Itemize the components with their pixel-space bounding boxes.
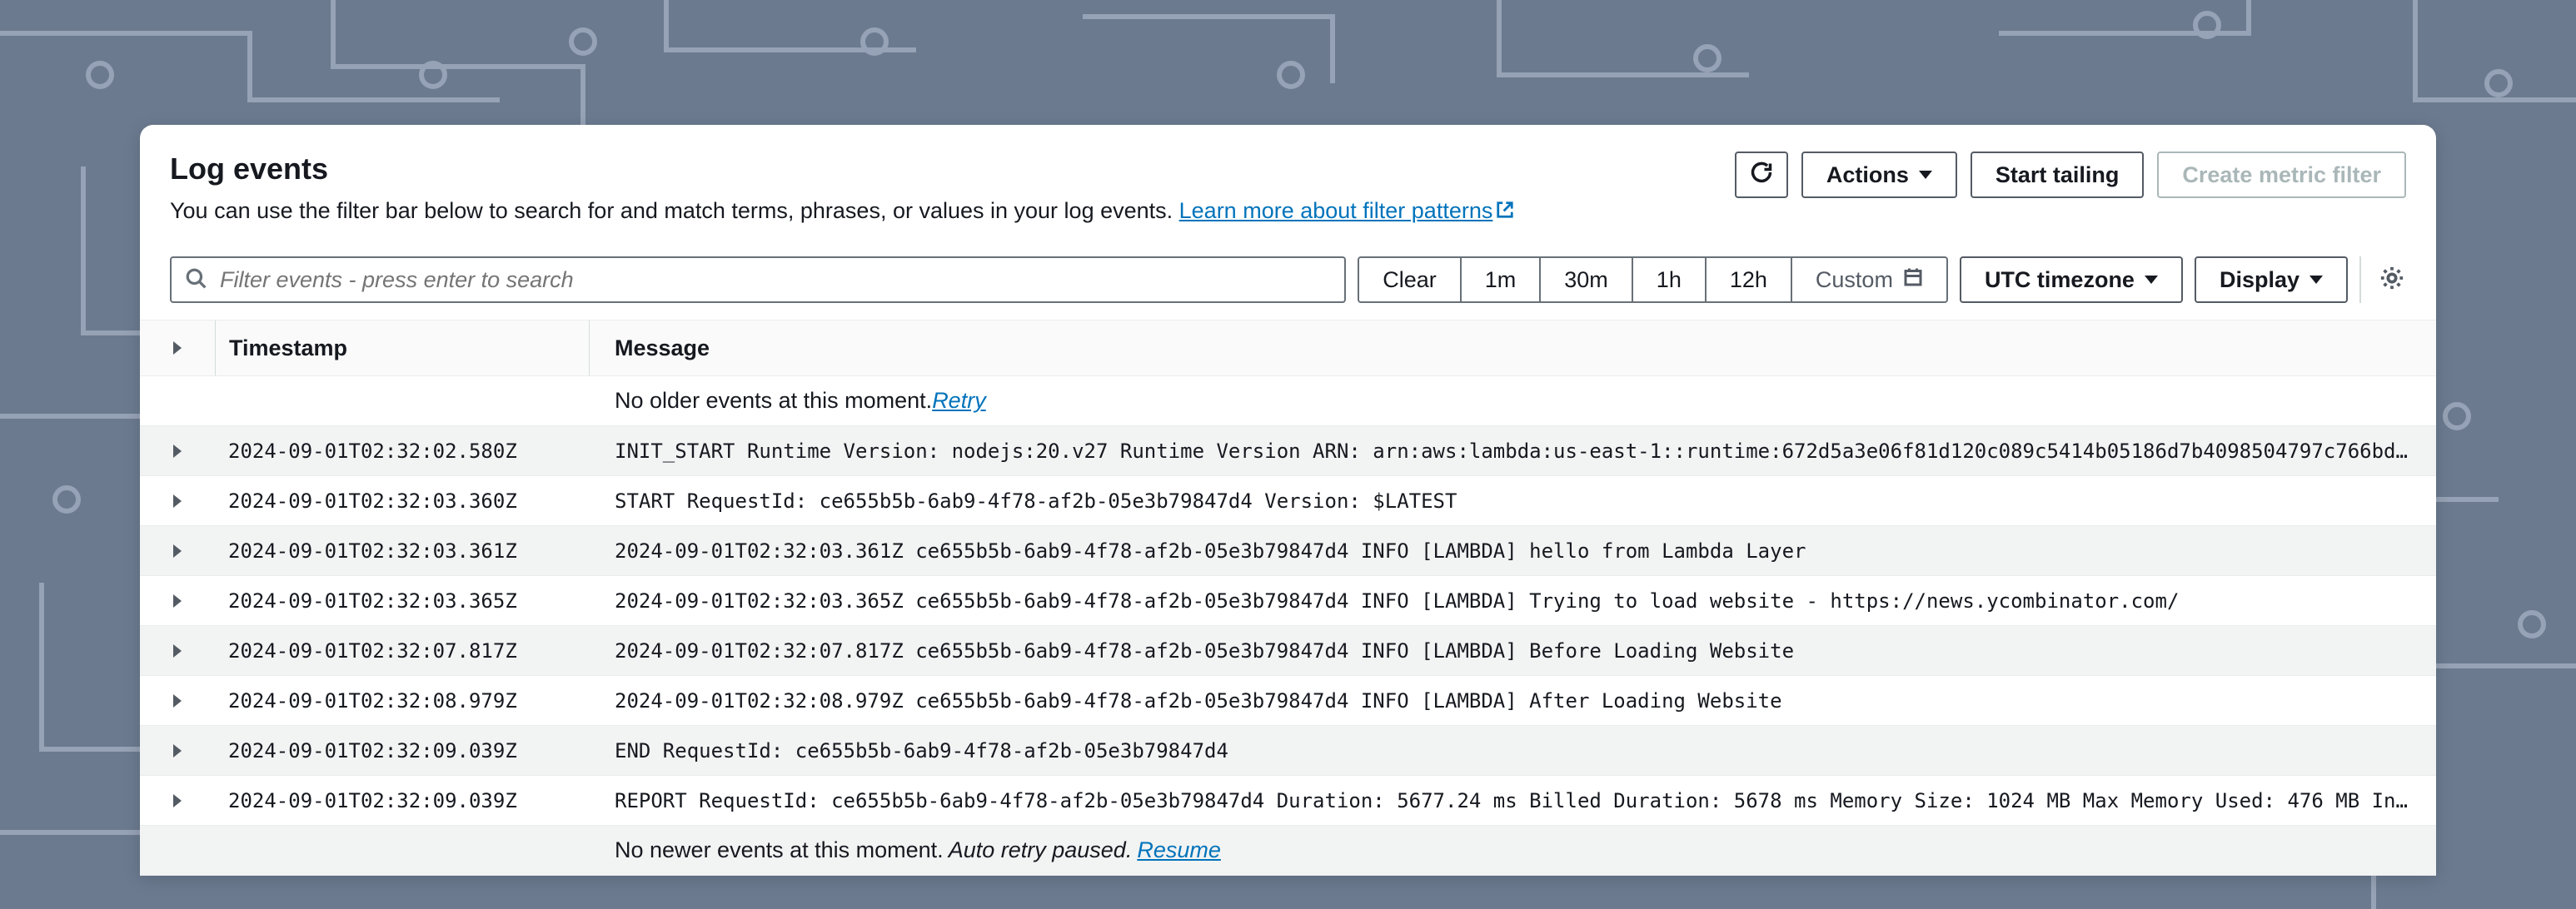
caret-right-icon <box>173 694 182 708</box>
caret-right-icon <box>173 644 182 658</box>
chevron-down-icon <box>1919 171 1932 179</box>
column-timestamp[interactable]: Timestamp <box>215 320 590 375</box>
calendar-icon <box>1903 267 1923 293</box>
column-message[interactable]: Message <box>590 335 2436 361</box>
table-row[interactable]: 2024-09-01T02:32:09.039ZEND RequestId: c… <box>140 726 2436 776</box>
expand-toggle[interactable] <box>140 594 215 608</box>
display-button[interactable]: Display <box>2195 256 2348 303</box>
range-custom[interactable]: Custom <box>1792 258 1946 301</box>
header-actions: Actions Start tailing Create metric filt… <box>1735 152 2406 198</box>
log-events-panel: Log events You can use the filter bar be… <box>140 125 2436 876</box>
refresh-button[interactable] <box>1735 152 1788 198</box>
table-row[interactable]: 2024-09-01T02:32:08.979Z2024-09-01T02:32… <box>140 676 2436 726</box>
range-30m[interactable]: 30m <box>1541 258 1633 301</box>
expand-toggle[interactable] <box>140 794 215 807</box>
cell-message: END RequestId: ce655b5b-6ab9-4f78-af2b-0… <box>590 739 2436 762</box>
range-1m[interactable]: 1m <box>1462 258 1542 301</box>
cell-timestamp: 2024-09-01T02:32:02.580Z <box>215 440 590 463</box>
cell-message: 2024-09-01T02:32:03.361Z ce655b5b-6ab9-4… <box>590 539 2436 563</box>
expand-toggle[interactable] <box>140 644 215 658</box>
caret-right-icon <box>173 494 182 508</box>
filter-patterns-link[interactable]: Learn more about filter patterns <box>1179 198 1515 223</box>
subtitle-text: You can use the filter bar below to sear… <box>170 198 1179 223</box>
cell-message: START RequestId: ce655b5b-6ab9-4f78-af2b… <box>590 489 2436 513</box>
no-newer-row: No newer events at this moment. Auto ret… <box>140 826 2436 876</box>
cell-timestamp: 2024-09-01T02:32:07.817Z <box>215 639 590 663</box>
retry-link[interactable]: Retry <box>932 388 986 414</box>
caret-right-icon <box>173 744 182 758</box>
caret-right-icon <box>173 341 182 355</box>
log-table: Timestamp Message No older events at thi… <box>140 320 2436 876</box>
chevron-down-icon <box>2145 276 2158 284</box>
expand-toggle[interactable] <box>140 494 215 508</box>
table-row[interactable]: 2024-09-01T02:32:02.580ZINIT_START Runti… <box>140 426 2436 476</box>
resume-link[interactable]: Resume <box>1137 837 1221 863</box>
cell-timestamp: 2024-09-01T02:32:03.360Z <box>215 489 590 513</box>
clear-button[interactable]: Clear <box>1359 258 1462 301</box>
create-metric-filter-button[interactable]: Create metric filter <box>2157 152 2406 198</box>
search-input[interactable] <box>213 261 1331 300</box>
table-row[interactable]: 2024-09-01T02:32:07.817Z2024-09-01T02:32… <box>140 626 2436 676</box>
auto-retry-status: Auto retry paused. <box>949 837 1133 863</box>
cell-timestamp: 2024-09-01T02:32:03.361Z <box>215 539 590 563</box>
cell-message: REPORT RequestId: ce655b5b-6ab9-4f78-af2… <box>590 789 2436 812</box>
range-12h[interactable]: 12h <box>1707 258 1792 301</box>
page-subtitle: You can use the filter bar below to sear… <box>170 198 1514 225</box>
chevron-down-icon <box>2309 276 2323 284</box>
table-row[interactable]: 2024-09-01T02:32:09.039ZREPORT RequestId… <box>140 776 2436 826</box>
refresh-icon <box>1750 161 1773 190</box>
cell-timestamp: 2024-09-01T02:32:09.039Z <box>215 739 590 762</box>
expand-all-toggle[interactable] <box>140 341 215 355</box>
gear-icon <box>2379 266 2404 295</box>
caret-right-icon <box>173 794 182 807</box>
cell-timestamp: 2024-09-01T02:32:08.979Z <box>215 689 590 713</box>
filter-toolbar: Clear 1m 30m 1h 12h Custom UTC timezone … <box>140 240 2436 320</box>
range-1h[interactable]: 1h <box>1633 258 1707 301</box>
start-tailing-button[interactable]: Start tailing <box>1971 152 2145 198</box>
caret-right-icon <box>173 445 182 458</box>
cell-timestamp: 2024-09-01T02:32:03.365Z <box>215 589 590 613</box>
table-row[interactable]: 2024-09-01T02:32:03.361Z2024-09-01T02:32… <box>140 526 2436 576</box>
timezone-button[interactable]: UTC timezone <box>1960 256 2183 303</box>
panel-header: Log events You can use the filter bar be… <box>140 152 2436 240</box>
expand-toggle[interactable] <box>140 445 215 458</box>
cell-message: 2024-09-01T02:32:07.817Z ce655b5b-6ab9-4… <box>590 639 2436 663</box>
table-row[interactable]: 2024-09-01T02:32:03.365Z2024-09-01T02:32… <box>140 576 2436 626</box>
expand-toggle[interactable] <box>140 694 215 708</box>
actions-button[interactable]: Actions <box>1801 152 1957 198</box>
no-older-row: No older events at this moment. Retry <box>140 376 2436 426</box>
table-header: Timestamp Message <box>140 320 2436 376</box>
cell-message: 2024-09-01T02:32:08.979Z ce655b5b-6ab9-4… <box>590 689 2436 713</box>
caret-right-icon <box>173 594 182 608</box>
expand-toggle[interactable] <box>140 744 215 758</box>
external-link-icon <box>1496 199 1514 225</box>
cell-message: 2024-09-01T02:32:03.365Z ce655b5b-6ab9-4… <box>590 589 2436 613</box>
cell-timestamp: 2024-09-01T02:32:09.039Z <box>215 789 590 812</box>
time-range-segmented: Clear 1m 30m 1h 12h Custom <box>1358 256 1948 303</box>
expand-toggle[interactable] <box>140 544 215 558</box>
caret-right-icon <box>173 544 182 558</box>
cell-message: INIT_START Runtime Version: nodejs:20.v2… <box>590 440 2436 463</box>
settings-button[interactable] <box>2359 256 2406 303</box>
table-row[interactable]: 2024-09-01T02:32:03.360ZSTART RequestId:… <box>140 476 2436 526</box>
search-icon <box>185 267 207 293</box>
page-title: Log events <box>170 152 1514 186</box>
search-input-wrapper[interactable] <box>170 256 1346 303</box>
